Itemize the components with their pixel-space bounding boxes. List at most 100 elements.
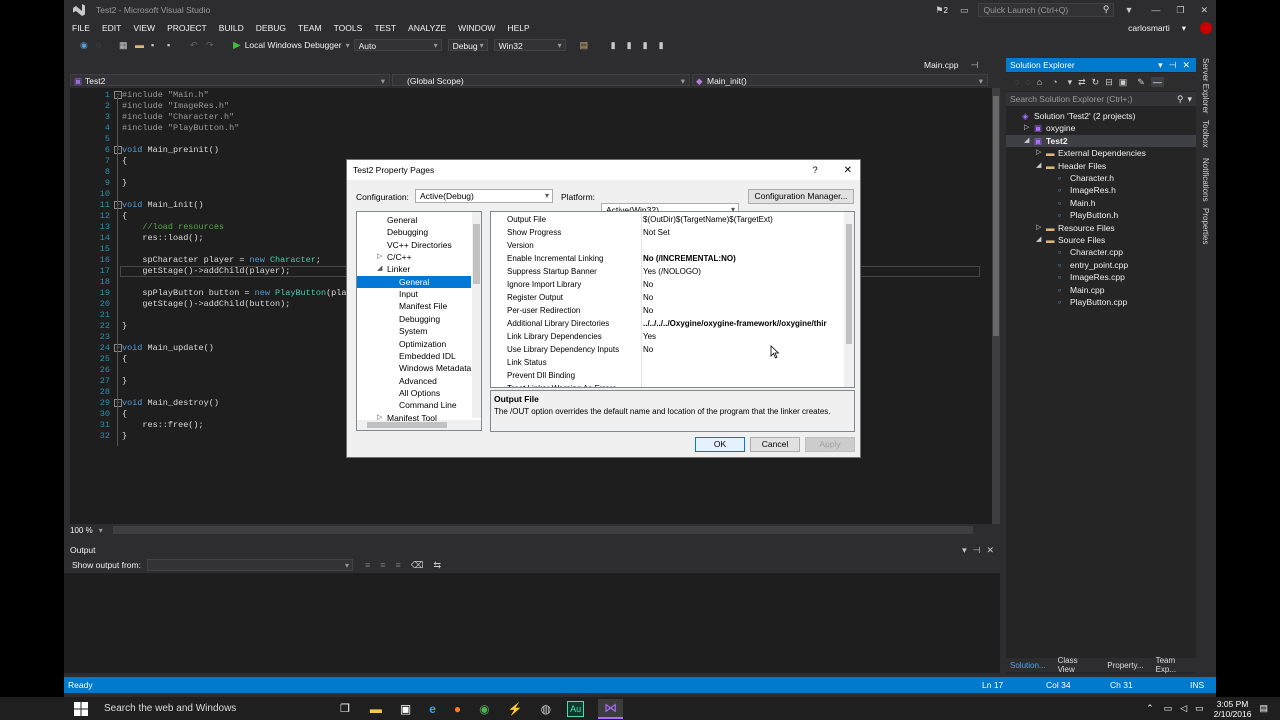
solution-tree-item[interactable]: ▷ ▣ oxygine — [1006, 122, 1196, 134]
property-row[interactable]: Show Progress Not Set — [491, 226, 841, 239]
scope-dropdown[interactable]: (Global Scope) ▾ — [392, 74, 690, 86]
account-icon[interactable] — [1200, 22, 1212, 34]
side-tab[interactable]: Properties — [1201, 208, 1210, 244]
editor-scroll-thumb[interactable] — [993, 96, 999, 336]
windows-start-icon[interactable] — [74, 701, 88, 716]
grid-scrollbar[interactable] — [844, 212, 854, 387]
tree-expander-icon[interactable]: ▷ — [1024, 122, 1029, 134]
se-forward-icon[interactable]: ◌ — [1025, 77, 1030, 87]
collapse-toggle-icon[interactable]: − — [114, 91, 122, 99]
solution-tree-item[interactable]: ▫ PlayButton.h — [1006, 209, 1196, 221]
se-properties-icon[interactable]: ✎ — [1137, 77, 1145, 88]
store-icon[interactable]: ▣ — [400, 702, 411, 716]
configuration-dropdown[interactable]: Active(Debug) — [415, 189, 553, 203]
save-icon[interactable]: ▪ — [151, 40, 161, 50]
property-row[interactable]: Treat Linker Warning As Errors — [491, 382, 841, 387]
grid-scroll-thumb[interactable] — [846, 224, 852, 344]
property-row[interactable]: Prevent Dll Binding — [491, 369, 841, 382]
property-tree-item[interactable]: Command Line — [357, 399, 471, 411]
project-dropdown[interactable]: ▣ Test2 ▾ — [70, 74, 390, 86]
solution-tree-item[interactable]: ▷ ▬ Resource Files — [1006, 222, 1196, 234]
property-row[interactable]: Link Status — [491, 356, 841, 369]
bookmark-prev-icon[interactable]: ▮ — [627, 40, 637, 50]
task-view-icon[interactable]: ❐ — [340, 702, 350, 715]
output-source-dropdown[interactable] — [146, 559, 353, 572]
collapse-toggle-icon[interactable]: − — [114, 399, 122, 407]
solution-tree-item[interactable]: ▫ Main.h — [1006, 197, 1196, 209]
editor-vertical-scrollbar[interactable] — [992, 88, 1000, 524]
property-tree-item[interactable]: General — [357, 214, 471, 226]
bookmark-next-icon[interactable]: ▮ — [643, 40, 653, 50]
property-row[interactable]: Use Library Dependency Inputs No — [491, 343, 841, 356]
se-bottom-tab[interactable]: Property... — [1107, 661, 1143, 670]
start-debugging-icon[interactable]: ▶ — [233, 40, 241, 51]
property-row[interactable]: Register Output No — [491, 291, 841, 304]
se-bottom-tab[interactable]: Solution... — [1010, 661, 1046, 670]
output-menu-icon[interactable]: ▾ — [962, 545, 967, 556]
configuration-manager-button[interactable]: Configuration Manager... — [748, 189, 854, 204]
property-row[interactable]: Version — [491, 239, 841, 252]
clear-bookmarks-icon[interactable]: ▮ — [659, 40, 669, 50]
menu-tools[interactable]: TOOLS — [334, 23, 363, 33]
tree-expander-icon[interactable]: ▷ — [377, 412, 382, 424]
solution-tree-item[interactable]: ▫ ImageRes.cpp — [1006, 271, 1196, 283]
bookmark-icon[interactable]: ▮ — [611, 40, 621, 50]
solution-tree-item[interactable]: ▫ Character.h — [1006, 172, 1196, 184]
user-name[interactable]: carlosmarti — [1128, 23, 1170, 33]
cancel-button[interactable]: Cancel — [750, 437, 800, 452]
apply-button[interactable]: Apply — [805, 437, 855, 452]
audition-icon[interactable]: Au — [567, 700, 585, 717]
back-icon[interactable]: ◉ — [80, 40, 90, 50]
se-bottom-tab[interactable]: Team Exp... — [1156, 656, 1196, 674]
se-views-icon[interactable]: ◔ — [1052, 77, 1057, 87]
se-show-all-icon[interactable]: ▣ — [1119, 77, 1128, 88]
file-explorer-icon[interactable]: ▬ — [370, 702, 382, 716]
solution-tree-item[interactable]: ▫ Main.cpp — [1006, 284, 1196, 296]
property-tree-item[interactable]: Debugging — [357, 226, 471, 238]
output-close-icon[interactable]: ✕ — [986, 545, 994, 556]
solution-tree-item[interactable]: ▫ Character.cpp — [1006, 246, 1196, 258]
app-icon[interactable]: ◍ — [541, 702, 551, 716]
solution-tree-item[interactable]: ▷ ▬ External Dependencies — [1006, 147, 1196, 159]
menu-analyze[interactable]: ANALYZE — [408, 23, 446, 33]
notification-flag-icon[interactable]: ⚑ — [935, 5, 943, 16]
solution-platform-dropdown[interactable]: Win32 — [493, 39, 566, 52]
output-prev-icon[interactable]: ≡ — [380, 560, 385, 570]
tree-expander-icon[interactable]: ▷ — [1036, 222, 1041, 234]
solution-config-dropdown[interactable]: Debug — [447, 39, 488, 52]
new-project-icon[interactable]: ▦ — [119, 40, 129, 50]
find-in-files-icon[interactable]: ▤ — [580, 40, 590, 50]
collapse-toggle-icon[interactable]: − — [114, 344, 122, 352]
edge-icon[interactable]: e — [429, 702, 436, 716]
restore-button[interactable]: ❐ — [1176, 5, 1184, 16]
close-button[interactable]: ✕ — [1200, 5, 1208, 16]
visual-studio-taskbar-icon[interactable]: ⋈ — [598, 698, 624, 719]
side-tab[interactable]: Toolbox — [1201, 120, 1210, 148]
property-row[interactable]: Suppress Startup Banner Yes (/NOLOGO) — [491, 265, 841, 278]
network-icon[interactable]: ▭ — [1164, 703, 1173, 714]
filter-icon[interactable]: ▼ — [1124, 5, 1133, 15]
property-tree-item[interactable]: ▷ Manifest Tool — [357, 412, 471, 424]
output-pin-icon[interactable]: ⊣ — [973, 545, 981, 556]
menu-view[interactable]: VIEW — [133, 23, 155, 33]
tree-scroll-thumb[interactable] — [473, 224, 480, 284]
user-dropdown-icon[interactable]: ▾ — [1182, 23, 1186, 34]
open-file-icon[interactable]: ▬ — [135, 40, 145, 50]
se-search-dropdown-icon[interactable]: ▾ — [1187, 94, 1192, 105]
tree-expander-icon[interactable]: ◢ — [1024, 135, 1029, 147]
message-icon[interactable]: ▭ — [1195, 703, 1204, 714]
dialog-help-button[interactable]: ? — [813, 165, 818, 175]
menu-debug[interactable]: DEBUG — [256, 23, 286, 33]
tree-expander-icon[interactable]: ▷ — [377, 251, 382, 263]
property-row[interactable]: Link Library Dependencies Yes — [491, 330, 841, 343]
tray-arrow-icon[interactable]: ⌃ — [1146, 703, 1154, 714]
property-row[interactable]: Enable Incremental Linking No (/INCREMENT… — [491, 252, 841, 265]
se-collapse-icon[interactable]: ⊟ — [1105, 77, 1113, 88]
output-next-icon[interactable]: ≡ — [396, 560, 401, 570]
redo-icon[interactable]: ↷ — [206, 40, 216, 50]
se-home-icon[interactable]: ⌂ — [1037, 77, 1042, 87]
save-all-icon[interactable]: ▪ — [167, 40, 177, 50]
zoom-dropdown-icon[interactable]: ▾ — [99, 526, 103, 535]
solution-tree-item[interactable]: ◢ ▣ Test2 — [1006, 134, 1196, 147]
property-tree-item[interactable]: Embedded IDL — [357, 350, 471, 362]
